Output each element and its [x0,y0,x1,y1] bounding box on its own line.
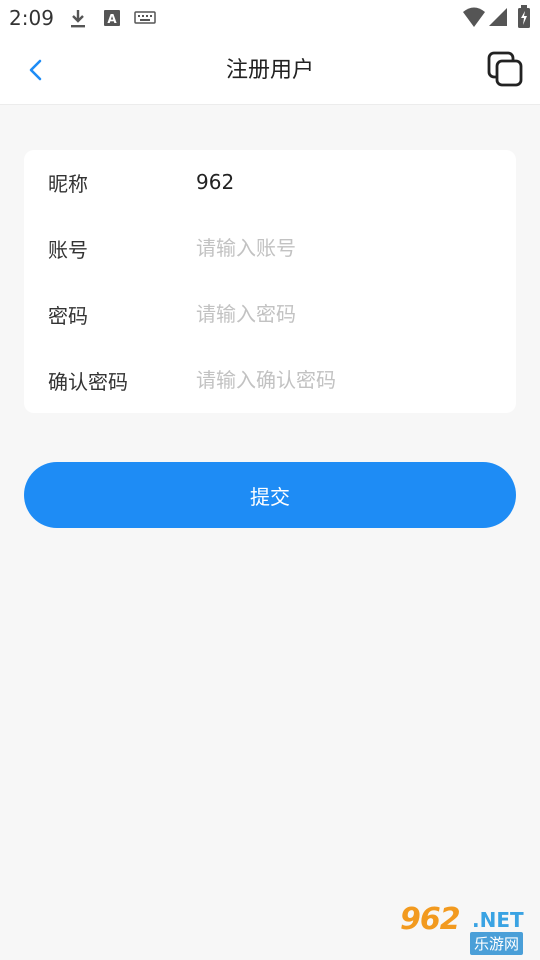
a-letter-icon: A [104,10,120,26]
nav-bar: 注册用户 [0,36,540,104]
form-row-confirm-password: 确认密码 [24,348,516,414]
status-time: 2:09 [9,6,54,30]
chevron-left-icon[interactable] [22,56,50,84]
account-input[interactable] [196,228,496,268]
register-form: 昵称 账号 密码 确认密码 [24,150,516,413]
watermark-logo: 962 .NET 乐游网 [400,902,530,955]
account-label: 账号 [48,238,88,262]
wifi-icon [463,7,485,27]
form-row-account: 账号 [24,216,516,282]
battery-icon [518,5,530,28]
register-screen: 2:09 A 注册用户 昵称 962 账号 请输入账号 密码 确认密码 提交 9… [0,0,540,960]
watermark-number: 962 [400,902,461,937]
password-label: 密码 [48,304,88,328]
status-bar: 2:09 A [0,0,540,36]
confirm-password-input[interactable] [196,360,496,400]
svg-text:A: A [107,12,117,26]
watermark-subtitle: 乐游网 [470,932,524,955]
nickname-label: 昵称 [48,172,88,196]
nickname-input[interactable] [196,162,496,202]
keyboard-icon [134,11,156,24]
confirm-password-label: 确认密码 [48,370,128,394]
password-input[interactable] [196,294,496,334]
signal-icon [489,8,507,26]
page-title: 注册用户 [225,58,314,83]
form-row-nickname: 昵称 [24,150,516,216]
download-icon [71,10,85,28]
copy-icon[interactable] [486,50,524,88]
form-row-password: 密码 [24,282,516,348]
submit-button[interactable]: 提交 [24,462,516,528]
top-area: 2:09 A 注册用户 [0,0,540,105]
watermark-suffix: .NET [472,908,524,932]
